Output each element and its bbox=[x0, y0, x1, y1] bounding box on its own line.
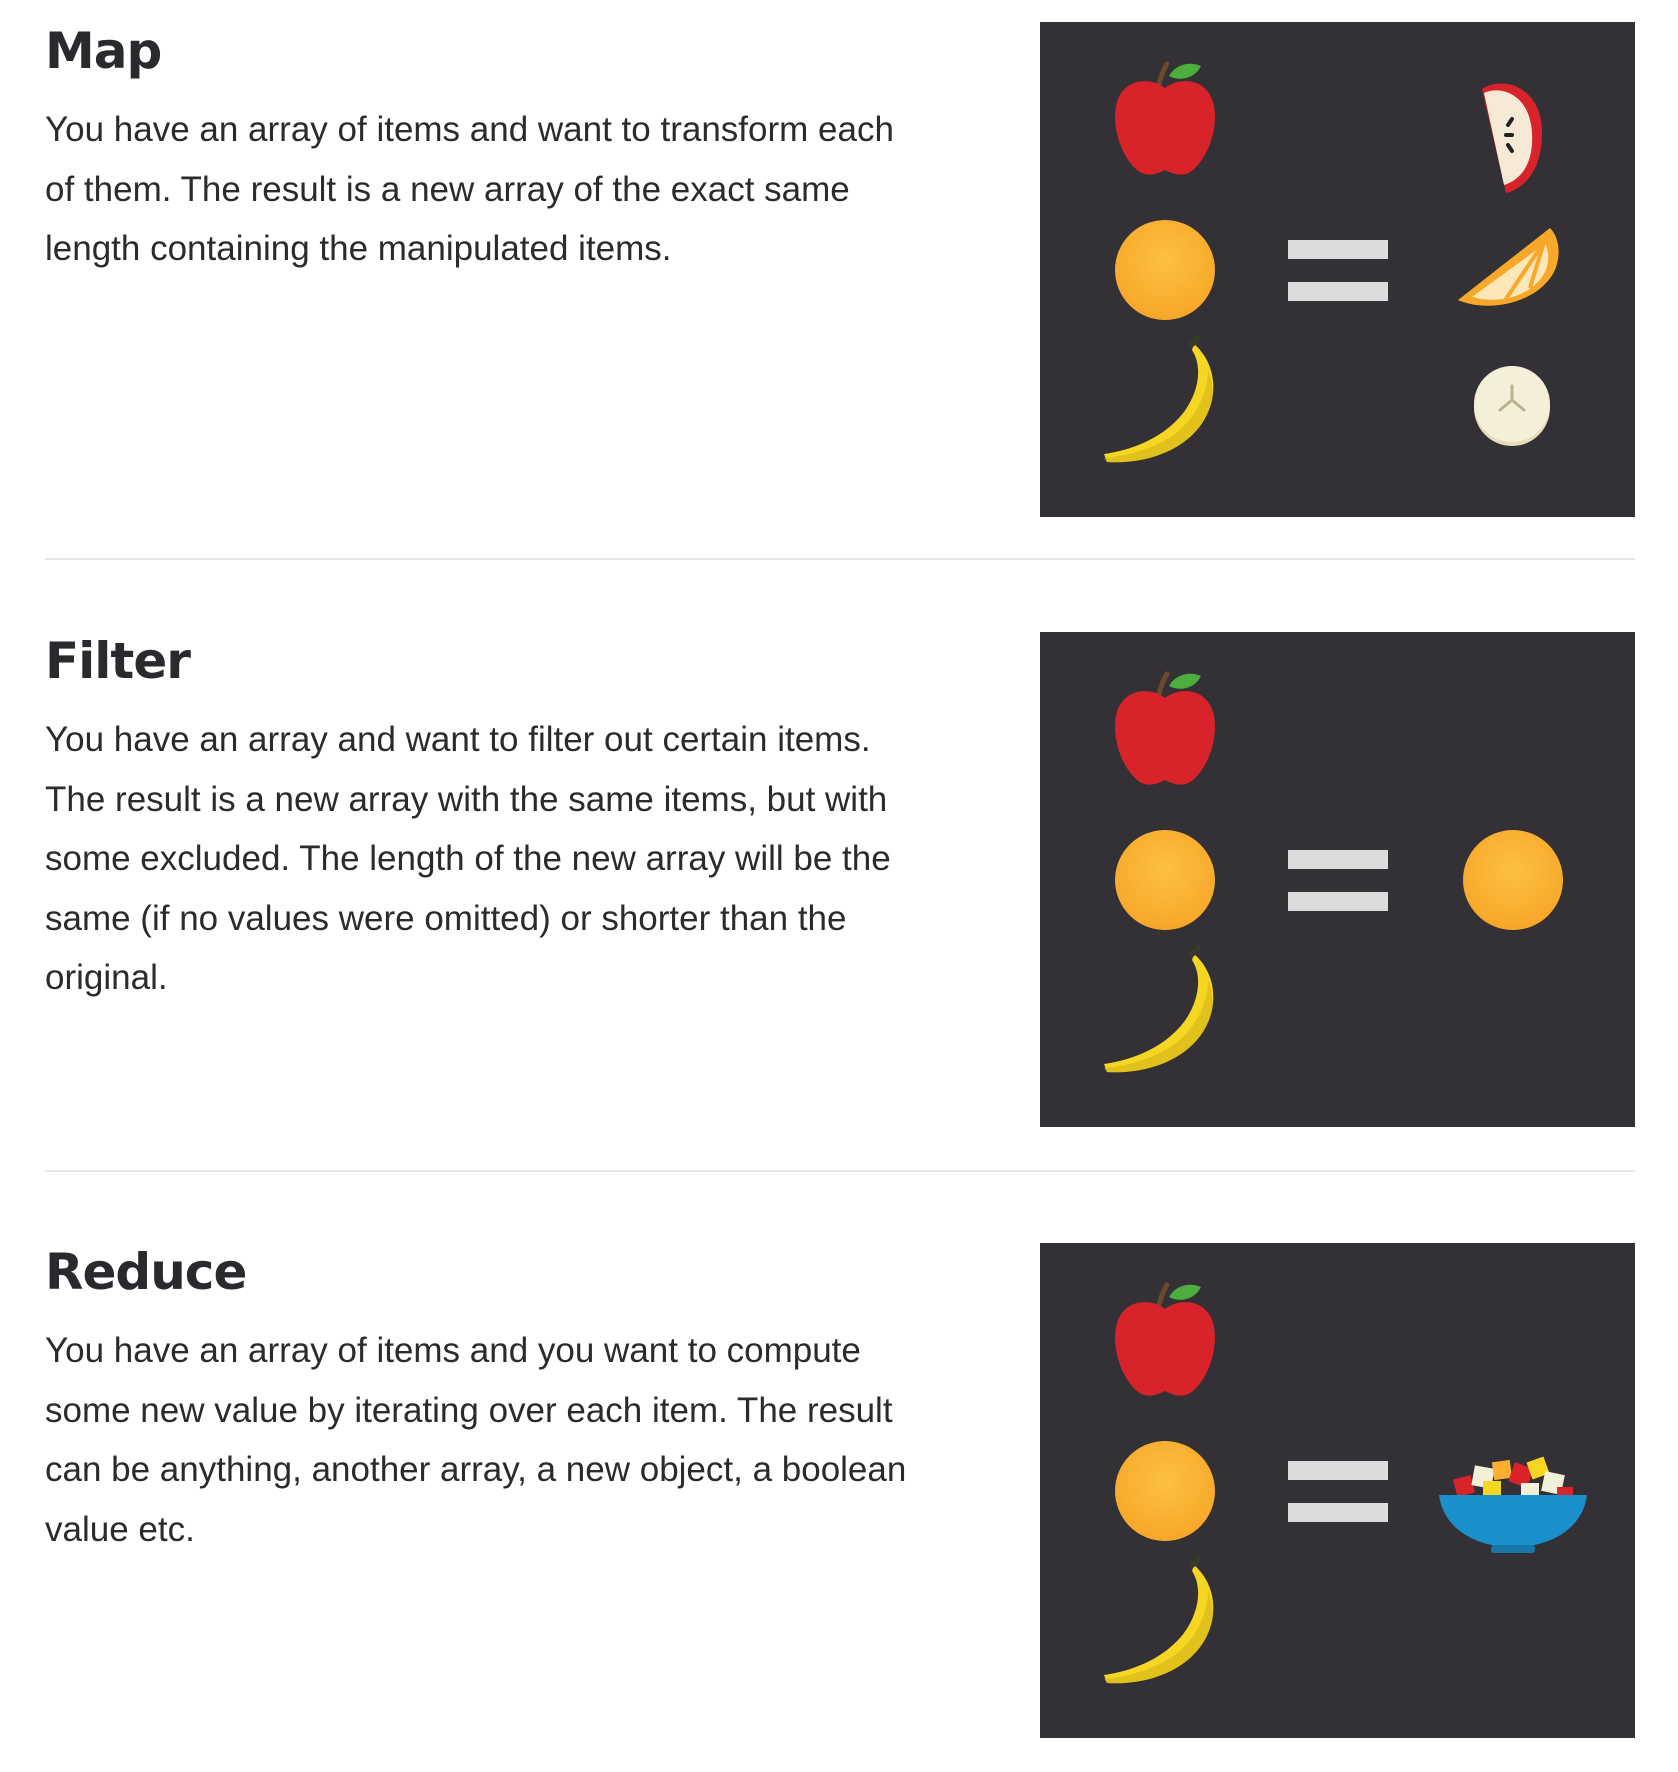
banana-slice-icon bbox=[1474, 366, 1550, 446]
orange-icon bbox=[1115, 830, 1215, 930]
section-description-filter: You have an array and want to filter out… bbox=[45, 720, 891, 997]
section-title-map: Map bbox=[45, 22, 162, 80]
fruit-salad-bowl-icon bbox=[1439, 1456, 1587, 1553]
banana-icon bbox=[1104, 945, 1214, 1073]
equals-icon bbox=[1288, 850, 1388, 911]
banana-icon bbox=[1104, 335, 1214, 463]
equals-icon bbox=[1288, 1461, 1388, 1522]
banana-icon bbox=[1104, 1556, 1214, 1684]
filter-diagram bbox=[1040, 632, 1635, 1127]
section-description-map: You have an array of items and want to t… bbox=[45, 110, 894, 268]
orange-icon bbox=[1115, 220, 1215, 320]
equals-icon bbox=[1288, 240, 1388, 301]
section-title-reduce: Reduce bbox=[45, 1243, 247, 1301]
apple-icon bbox=[1115, 1282, 1215, 1396]
orange-icon bbox=[1115, 1441, 1215, 1541]
orange-wedge-icon bbox=[1458, 228, 1559, 306]
apple-icon bbox=[1115, 61, 1215, 175]
section-description-reduce: You have an array of items and you want … bbox=[45, 1331, 907, 1549]
apple-icon bbox=[1115, 671, 1215, 785]
apple-slice-icon bbox=[1482, 83, 1542, 193]
section-title-filter: Filter bbox=[45, 632, 191, 690]
orange-icon bbox=[1463, 830, 1563, 930]
reduce-diagram bbox=[1040, 1243, 1635, 1738]
map-diagram bbox=[1040, 22, 1635, 517]
section-divider bbox=[45, 558, 1635, 560]
section-divider bbox=[45, 1170, 1635, 1172]
